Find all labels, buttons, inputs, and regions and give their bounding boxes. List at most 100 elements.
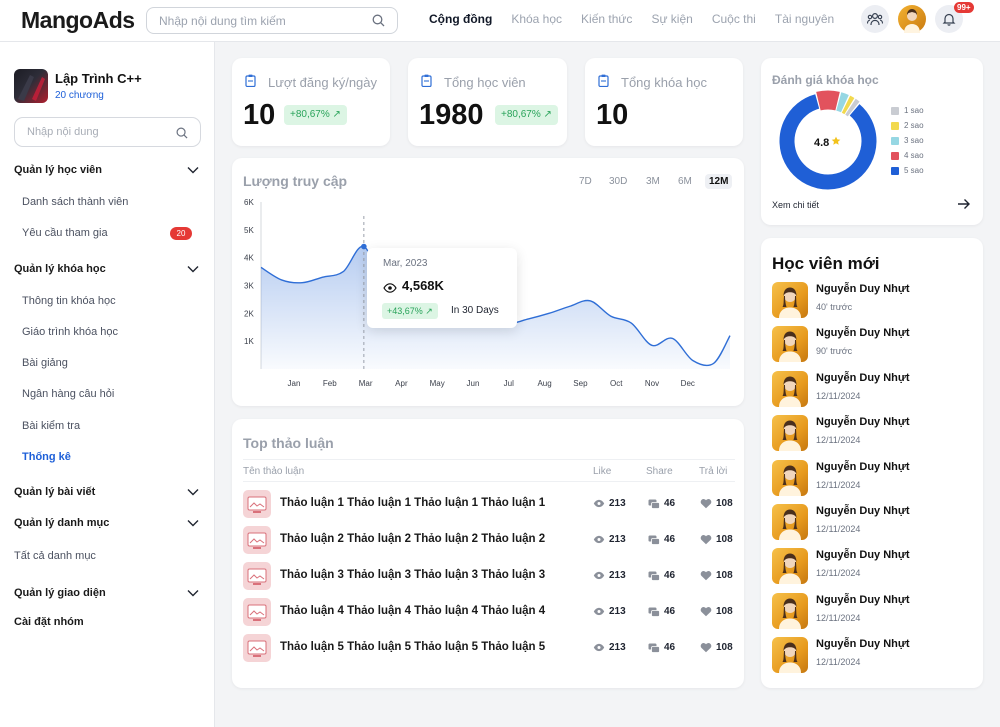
- discussion-title[interactable]: Thảo luận 2 Thảo luận 2 Thảo luận 2 Thảo…: [280, 533, 545, 545]
- sidebar-search[interactable]: [14, 117, 201, 147]
- student-joined-time: 90' trước: [816, 346, 853, 357]
- sidebar-search-input[interactable]: [27, 124, 167, 140]
- x-tick-label: Mar: [359, 379, 373, 388]
- discussion-title[interactable]: Thảo luận 4 Thảo luận 4 Thảo luận 4 Thảo…: [280, 605, 545, 617]
- student-name[interactable]: Nguyễn Duy Nhựt: [816, 505, 910, 517]
- list-item[interactable]: Nguyễn Duy Nhựt 12/11/2024: [772, 415, 972, 452]
- list-item[interactable]: Nguyễn Duy Nhựt 12/11/2024: [772, 504, 972, 540]
- see-detail-link[interactable]: Xem chi tiết: [772, 200, 819, 210]
- app-logo[interactable]: MangoAds: [21, 7, 135, 34]
- course-chapter-count: 20 chương: [55, 90, 104, 101]
- tooltip-note: In 30 Days: [451, 305, 499, 316]
- avatar[interactable]: [772, 282, 808, 318]
- reply-count: 108: [716, 606, 733, 617]
- sidebar-item-join-requests[interactable]: Yêu cầu tham gia: [22, 227, 108, 239]
- trend-up-icon: ↗: [425, 306, 433, 316]
- tooltip-change-badge: +43,67% ↗: [382, 303, 438, 319]
- like-count: 213: [609, 606, 626, 617]
- tab-resources[interactable]: Tài nguyên: [775, 12, 834, 26]
- table-row[interactable]: Thảo luận 2 Thảo luận 2 Thảo luận 2 Thảo…: [243, 526, 735, 554]
- heart-icon: [700, 499, 712, 509]
- avatar[interactable]: [772, 548, 808, 585]
- sidebar-item-curriculum[interactable]: Giáo trình khóa học: [22, 326, 118, 338]
- legend-label: 4 sao: [904, 151, 924, 160]
- student-name[interactable]: Nguyễn Duy Nhựt: [816, 549, 910, 561]
- chevron-down-icon[interactable]: [187, 264, 199, 276]
- global-search-input[interactable]: [159, 12, 364, 30]
- avatar[interactable]: [772, 415, 808, 452]
- eye-icon: [593, 643, 605, 652]
- notification-button[interactable]: 99+: [935, 2, 974, 33]
- search-icon[interactable]: [372, 14, 385, 32]
- sidebar-item-all-categories[interactable]: Tất cả danh mục: [14, 550, 96, 562]
- avatar[interactable]: [772, 637, 808, 674]
- table-row[interactable]: Thảo luận 5 Thảo luận 5 Thảo luận 5 Thảo…: [243, 634, 735, 662]
- stat-label: Lượt đăng ký/ngày: [268, 75, 378, 90]
- student-name[interactable]: Nguyễn Duy Nhựt: [816, 327, 910, 339]
- student-name[interactable]: Nguyễn Duy Nhựt: [816, 416, 910, 428]
- menu-group-courses[interactable]: Quản lý khóa học: [14, 263, 201, 275]
- tab-contests[interactable]: Cuộc thi: [712, 12, 756, 26]
- sidebar-item-member-list[interactable]: Danh sách thành viên: [22, 196, 128, 208]
- join-requests-badge: 20: [170, 227, 192, 240]
- avatar[interactable]: [772, 370, 808, 407]
- tab-courses[interactable]: Khóa học: [511, 12, 562, 26]
- stat-card-total-courses: Tổng khóa học 10: [585, 58, 743, 146]
- search-icon[interactable]: [176, 126, 188, 144]
- table-row[interactable]: Thảo luận 1 Thảo luận 1 Thảo luận 1 Thảo…: [243, 490, 735, 518]
- chevron-down-icon[interactable]: [187, 588, 199, 600]
- menu-group-appearance[interactable]: Quản lý giao diện: [14, 587, 201, 599]
- heart-icon: [700, 535, 712, 545]
- discussion-title[interactable]: Thảo luận 1 Thảo luận 1 Thảo luận 1 Thảo…: [280, 497, 545, 509]
- student-name[interactable]: Nguyễn Duy Nhựt: [816, 283, 910, 295]
- chevron-down-icon[interactable]: [187, 518, 199, 530]
- table-row[interactable]: Thảo luận 4 Thảo luận 4 Thảo luận 4 Thảo…: [243, 598, 735, 626]
- share-count: 46: [664, 534, 676, 545]
- global-search[interactable]: [146, 7, 398, 34]
- stat-value: 10: [243, 99, 276, 131]
- donut-slice-2-star: [841, 95, 855, 115]
- list-item[interactable]: Nguyễn Duy Nhựt 12/11/2024: [772, 459, 972, 496]
- sidebar-item-tests[interactable]: Bài kiểm tra: [22, 420, 80, 432]
- student-name[interactable]: Nguyễn Duy Nhựt: [816, 638, 910, 650]
- like-count: 213: [609, 642, 626, 653]
- discussion-title[interactable]: Thảo luận 3 Thảo luận 3 Thảo luận 3 Thảo…: [280, 569, 545, 581]
- sidebar-item-question-bank[interactable]: Ngân hàng câu hỏi: [22, 388, 114, 400]
- chevron-down-icon[interactable]: [187, 487, 199, 499]
- legend-3-star: 3 sao: [891, 136, 924, 145]
- chevron-down-icon[interactable]: [187, 165, 199, 177]
- user-avatar[interactable]: [898, 5, 926, 33]
- arrow-right-icon[interactable]: [957, 197, 971, 215]
- table-row[interactable]: Thảo luận 3 Thảo luận 3 Thảo luận 3 Thảo…: [243, 562, 735, 590]
- tab-community[interactable]: Cộng đồng: [429, 12, 492, 26]
- menu-group-posts[interactable]: Quản lý bài viết: [14, 486, 201, 498]
- tab-events[interactable]: Sự kiện: [651, 12, 692, 26]
- list-item[interactable]: Nguyễn Duy Nhựt 12/11/2024: [772, 548, 972, 585]
- sidebar-item-lectures[interactable]: Bài giảng: [22, 357, 68, 369]
- discussion-title[interactable]: Thảo luận 5 Thảo luận 5 Thảo luận 5 Thảo…: [280, 641, 545, 653]
- sidebar-item-course-info[interactable]: Thông tin khóa học: [22, 295, 116, 307]
- avatar[interactable]: [772, 459, 808, 496]
- student-joined-time: 12/11/2024: [816, 435, 861, 446]
- avatar[interactable]: [772, 504, 808, 540]
- student-name[interactable]: Nguyễn Duy Nhựt: [816, 594, 910, 606]
- list-item[interactable]: Nguyễn Duy Nhựt 12/11/2024: [772, 370, 972, 407]
- avatar[interactable]: [772, 326, 808, 363]
- course-title: Lập Trình C++: [55, 71, 142, 86]
- list-item[interactable]: Nguyễn Duy Nhựt 40' trước: [772, 282, 972, 318]
- menu-group-students[interactable]: Quản lý học viên: [14, 164, 201, 176]
- donut-slice-1-star: [845, 98, 860, 117]
- menu-group-categories[interactable]: Quản lý danh mục: [14, 517, 201, 529]
- student-name[interactable]: Nguyễn Duy Nhựt: [816, 461, 910, 473]
- list-item[interactable]: Nguyễn Duy Nhựt 12/11/2024: [772, 637, 972, 674]
- share-icon: [648, 499, 660, 509]
- list-item[interactable]: Nguyễn Duy Nhựt 90' trước: [772, 326, 972, 363]
- list-item[interactable]: Nguyễn Duy Nhựt 12/11/2024: [772, 592, 972, 629]
- community-button[interactable]: [861, 5, 889, 33]
- column-header-reply: Trả lời: [699, 466, 728, 477]
- sidebar-item-statistics[interactable]: Thống kê: [22, 451, 71, 463]
- avatar[interactable]: [772, 592, 808, 629]
- menu-group-group-settings[interactable]: Cài đặt nhóm: [14, 616, 201, 628]
- student-name[interactable]: Nguyễn Duy Nhựt: [816, 372, 910, 384]
- tab-knowledge[interactable]: Kiến thức: [581, 12, 632, 26]
